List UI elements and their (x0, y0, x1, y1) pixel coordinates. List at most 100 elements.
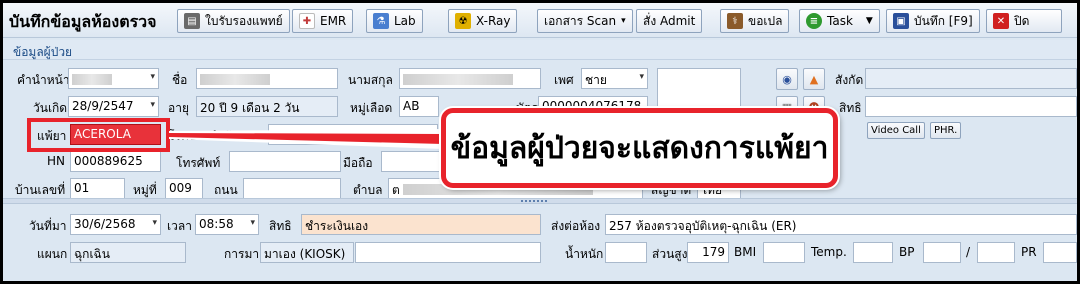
time-label: เวลา (167, 219, 192, 233)
phone-label: โทรศัพท์ (176, 156, 221, 170)
dob-picker[interactable]: 28/9/2547 (68, 96, 159, 117)
flask-icon: ⚗ (373, 13, 389, 29)
admit-label: สั่ง Admit (643, 13, 696, 28)
gender-label: เพศ (554, 73, 574, 87)
stretcher-icon: ⚕ (727, 13, 743, 29)
redacted-value (403, 74, 513, 85)
radiation-icon: ☢ (455, 13, 471, 29)
scan-documents-button[interactable]: เอกสาร Scan ▾ (537, 9, 633, 33)
task-icon: ≡ (806, 13, 822, 29)
alert-button[interactable]: ▲ (803, 68, 825, 90)
stretcher-request-button[interactable]: ⚕ ขอเปล (720, 9, 790, 33)
underlying-disease-field[interactable] (268, 124, 438, 145)
pulse-field[interactable] (1043, 242, 1077, 263)
mobile-label: มือถือ (343, 156, 373, 170)
tambon-value: ต (392, 183, 400, 197)
prefix-label: คำนำหน้า (17, 73, 70, 87)
age-field: 20 ปี 9 เดือน 2 วัน (196, 96, 338, 117)
refer-room-field[interactable]: 257 ห้องตรวจอุบัติเหตุ-ฉุกเฉิน (ER) (605, 214, 1077, 235)
gender-select[interactable]: ชาย (581, 68, 648, 89)
surname-label: นามสกุล (348, 73, 393, 87)
name-field[interactable] (196, 68, 338, 89)
weight-label: น้ำหนัก (565, 247, 604, 261)
medical-certificate-label: ใบรับรองแพทย์ (205, 13, 283, 28)
callout-text: ข้อมูลผู้ป่วยจะแสดงการแพ้ยา (450, 130, 829, 166)
visit-date-label: วันที่มา (29, 219, 67, 233)
task-button[interactable]: ≡ Task ▼ (799, 9, 880, 33)
moo-field[interactable]: 009 (165, 178, 203, 199)
arrival-label: การมา (224, 247, 260, 261)
blood-group-field[interactable]: AB (399, 96, 439, 117)
bp-diastolic-field[interactable] (977, 242, 1015, 263)
hn-field[interactable]: 000889625 (70, 151, 161, 172)
save-label: บันทึก [F9] (914, 13, 973, 28)
lab-label: Lab (394, 14, 416, 28)
camera-icon: ◉ (782, 72, 792, 86)
age-label: อายุ (168, 101, 189, 115)
road-field[interactable] (243, 178, 341, 199)
visit-date-picker[interactable]: 30/6/2568 (70, 214, 161, 235)
xray-label: X-Ray (476, 14, 511, 28)
height-label: ส่วนสูง (652, 247, 688, 261)
temperature-field[interactable] (853, 242, 893, 263)
save-button[interactable]: ▣ บันทึก [F9] (886, 9, 980, 33)
camera-button[interactable]: ◉ (776, 68, 798, 90)
height-field[interactable]: 179 (687, 242, 729, 263)
rights-label: สิทธิ (839, 101, 862, 115)
app-window: บันทึกข้อมูลห้องตรวจ ▤ ใบรับรองแพทย์ ✚ E… (3, 3, 1077, 281)
emr-label: EMR (320, 14, 347, 28)
warning-icon: ▲ (809, 72, 819, 86)
redacted-value (200, 74, 270, 85)
lab-button[interactable]: ⚗ Lab (366, 9, 423, 33)
prefix-select[interactable] (68, 68, 159, 89)
emr-button[interactable]: ✚ EMR (292, 9, 354, 33)
toolbar: บันทึกข้อมูลห้องตรวจ ▤ ใบรับรองแพทย์ ✚ E… (3, 3, 1077, 38)
phone-field[interactable] (229, 151, 341, 172)
xray-button[interactable]: ☢ X-Ray (448, 9, 518, 33)
splitter-grip (521, 200, 549, 202)
save-icon: ▣ (893, 13, 909, 29)
mobile-field[interactable] (381, 151, 443, 172)
medical-certificate-button[interactable]: ▤ ใบรับรองแพทย์ (177, 9, 290, 33)
house-number-field[interactable]: 01 (70, 178, 125, 199)
redacted-value (72, 74, 112, 85)
name-label: ชื่อ (172, 73, 188, 87)
weight-field[interactable] (605, 242, 647, 263)
window-title: บันทึกข้อมูลห้องตรวจ (9, 12, 157, 31)
visit-info-panel: วันที่มา 30/6/2568 เวลา 08:58 สิทธิ ชำระ… (3, 204, 1077, 281)
bp-label: BP (899, 245, 915, 259)
allergy-callout: ข้อมูลผู้ป่วยจะแสดงการแพ้ยา (441, 108, 838, 188)
temperature-label: Temp. (811, 245, 847, 259)
bp-systolic-field[interactable] (923, 242, 961, 263)
phr-button[interactable]: PHR. (930, 122, 962, 139)
underlying-disease-label: โรคประจำตัว (168, 129, 238, 143)
arrival-field[interactable]: มาเอง (KIOSK) (260, 242, 354, 263)
refer-room-label: ส่งต่อห้อง (551, 219, 601, 233)
department-label: แผนก (37, 247, 68, 261)
close-button[interactable]: ✕ ปิด (986, 9, 1062, 33)
time-field[interactable]: 08:58 (195, 214, 259, 235)
bmi-field[interactable] (763, 242, 805, 263)
stretcher-request-label: ขอเปล (748, 13, 783, 28)
surname-field[interactable] (399, 68, 541, 89)
blood-group-label: หมู่เลือด (350, 101, 393, 115)
bmi-label: BMI (734, 245, 757, 259)
rights-field[interactable] (865, 96, 1077, 117)
patient-section-header: ข้อมูลผู้ป่วย (3, 40, 1077, 60)
visit-rights-label: สิทธิ (269, 219, 292, 233)
admit-button[interactable]: สั่ง Admit (636, 9, 703, 33)
certificate-icon: ▤ (184, 13, 200, 29)
visit-rights-field[interactable]: ชำระเงินเอง (301, 214, 541, 235)
task-label: Task (827, 14, 853, 28)
close-icon: ✕ (993, 13, 1009, 29)
emr-icon: ✚ (299, 13, 315, 29)
video-call-button[interactable]: Video Call (867, 122, 925, 139)
arrival-note-field[interactable] (355, 242, 541, 263)
scan-documents-label: เอกสาร Scan (544, 13, 617, 28)
affiliation-label: สังกัด (835, 73, 864, 87)
pulse-label: PR (1021, 245, 1037, 259)
department-field[interactable]: ฉุกเฉิน (70, 242, 186, 263)
chevron-down-icon: ▼ (865, 16, 873, 26)
bp-separator: / (966, 245, 971, 259)
affiliation-field[interactable] (865, 68, 1077, 89)
